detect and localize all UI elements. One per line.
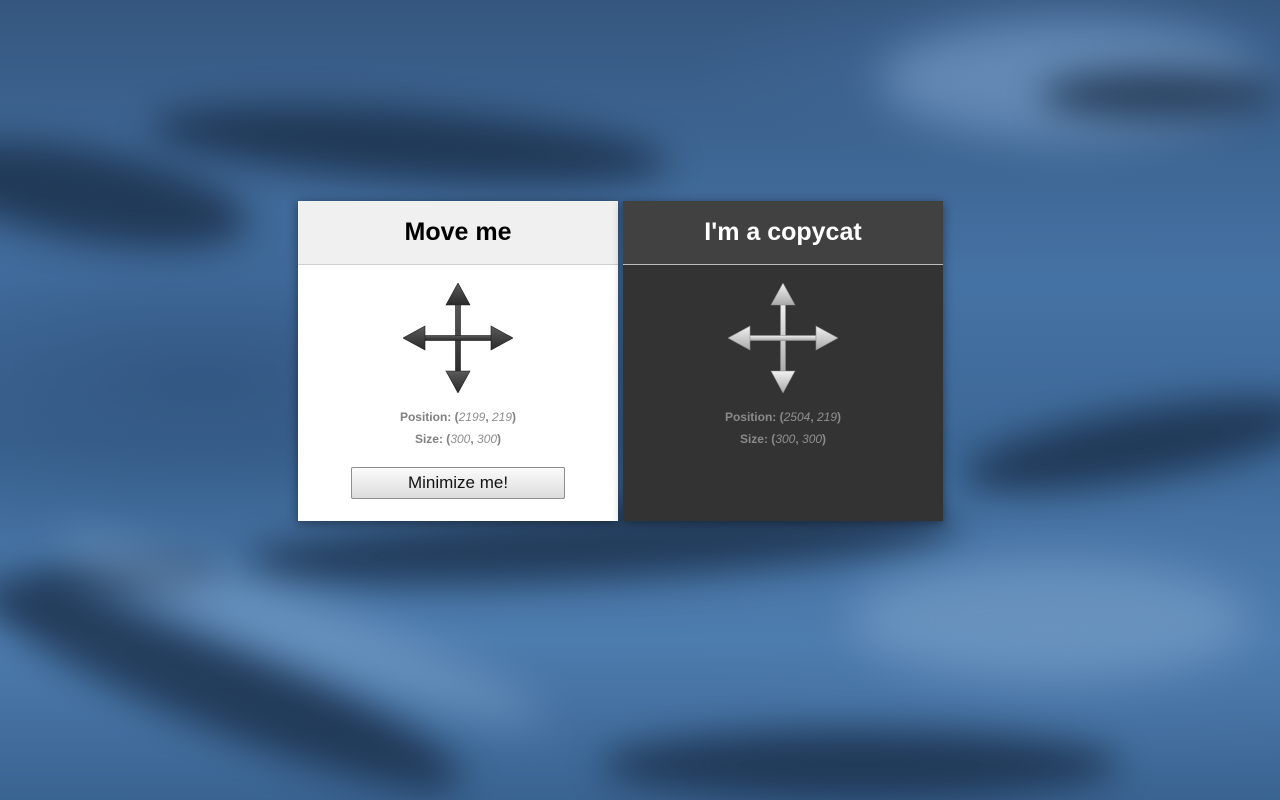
position-readout: Position: (2504, 219) <box>724 410 842 424</box>
window-title: Move me <box>404 218 512 246</box>
move-me-window[interactable]: Move me Position: (2199, 219) Size: (300… <box>298 201 618 521</box>
size-readout: Size: (300, 300) <box>414 432 502 446</box>
window-title-bar[interactable]: I'm a copycat <box>623 201 943 265</box>
position-readout: Position: (2199, 219) <box>399 410 517 424</box>
minimize-button[interactable]: Minimize me! <box>351 467 565 499</box>
position-x-value: 2199 <box>458 410 486 424</box>
position-y-value: 219 <box>492 410 513 424</box>
position-y-value: 219 <box>817 410 838 424</box>
size-readout: Size: (300, 300) <box>739 432 827 446</box>
move-arrows-icon <box>728 283 838 393</box>
size-height-value: 300 <box>477 432 498 446</box>
window-title: I'm a copycat <box>704 218 862 246</box>
move-arrows-icon <box>403 283 513 393</box>
size-height-value: 300 <box>802 432 823 446</box>
position-x-value: 2504 <box>783 410 811 424</box>
copycat-window[interactable]: I'm a copycat Position: (2504, 219) Size… <box>623 201 943 521</box>
size-width-value: 300 <box>450 432 471 446</box>
size-width-value: 300 <box>775 432 796 446</box>
window-title-bar[interactable]: Move me <box>298 201 618 265</box>
